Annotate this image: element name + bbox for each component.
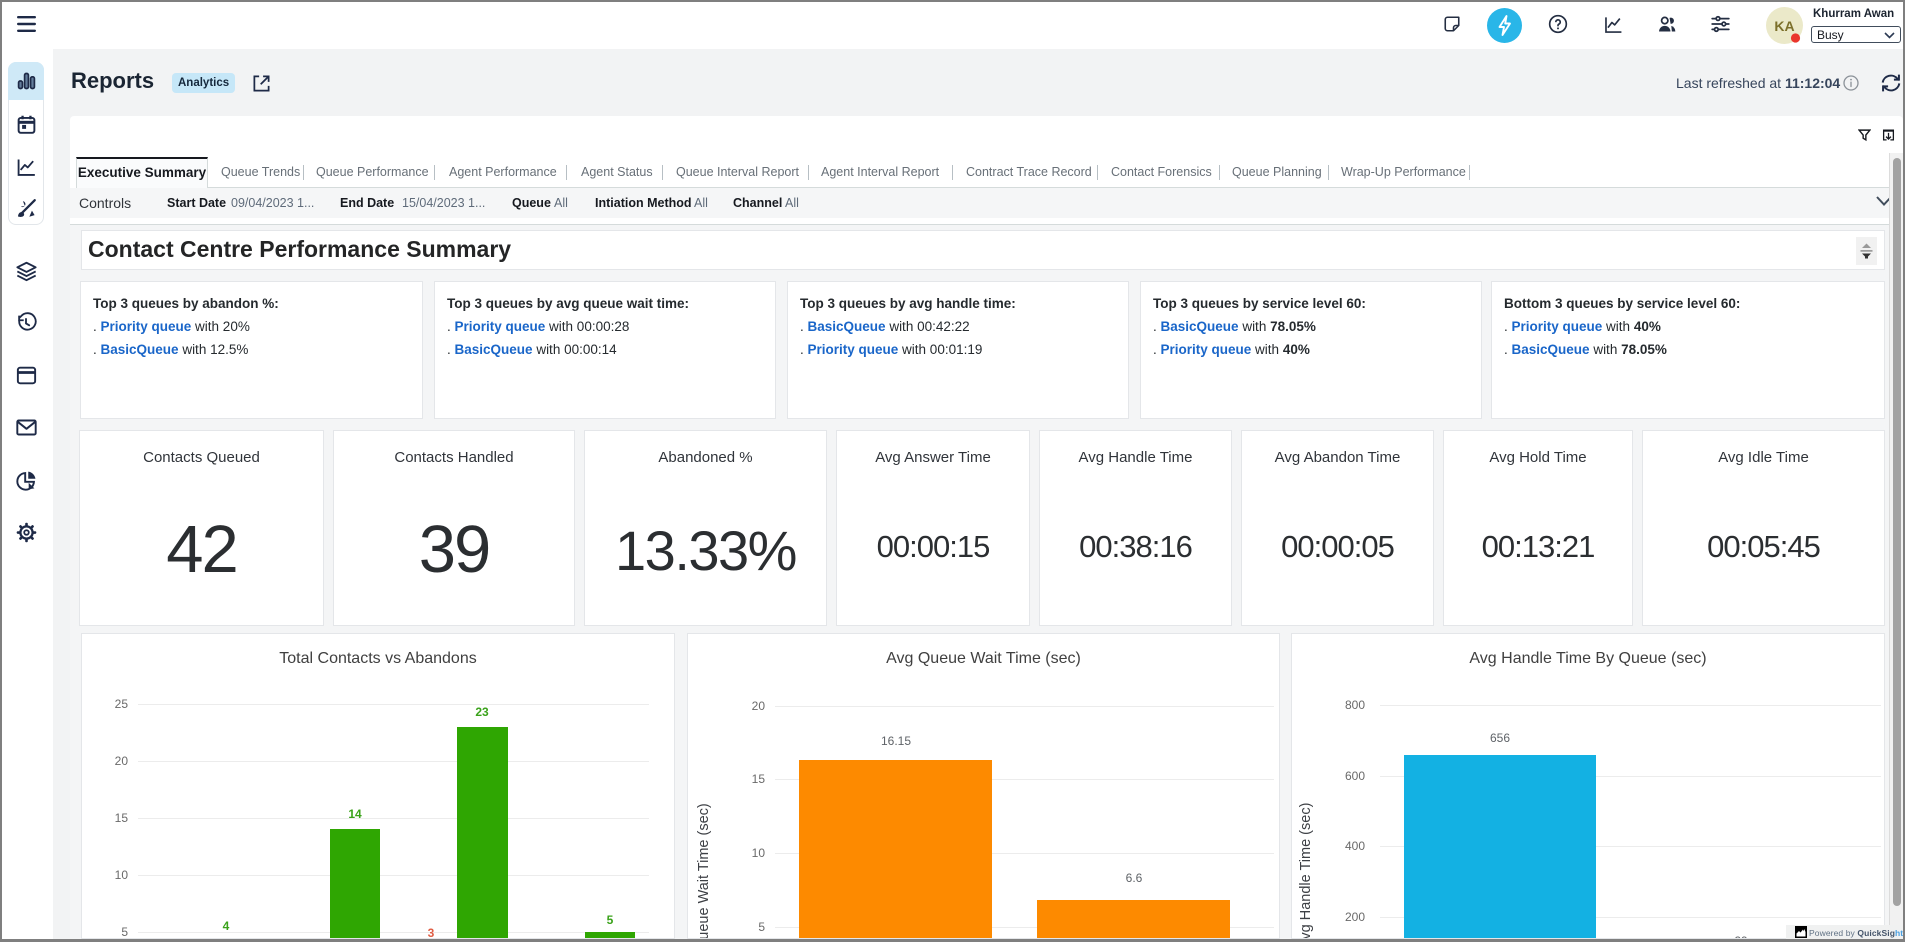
svg-text:KA: KA [1774, 18, 1794, 34]
